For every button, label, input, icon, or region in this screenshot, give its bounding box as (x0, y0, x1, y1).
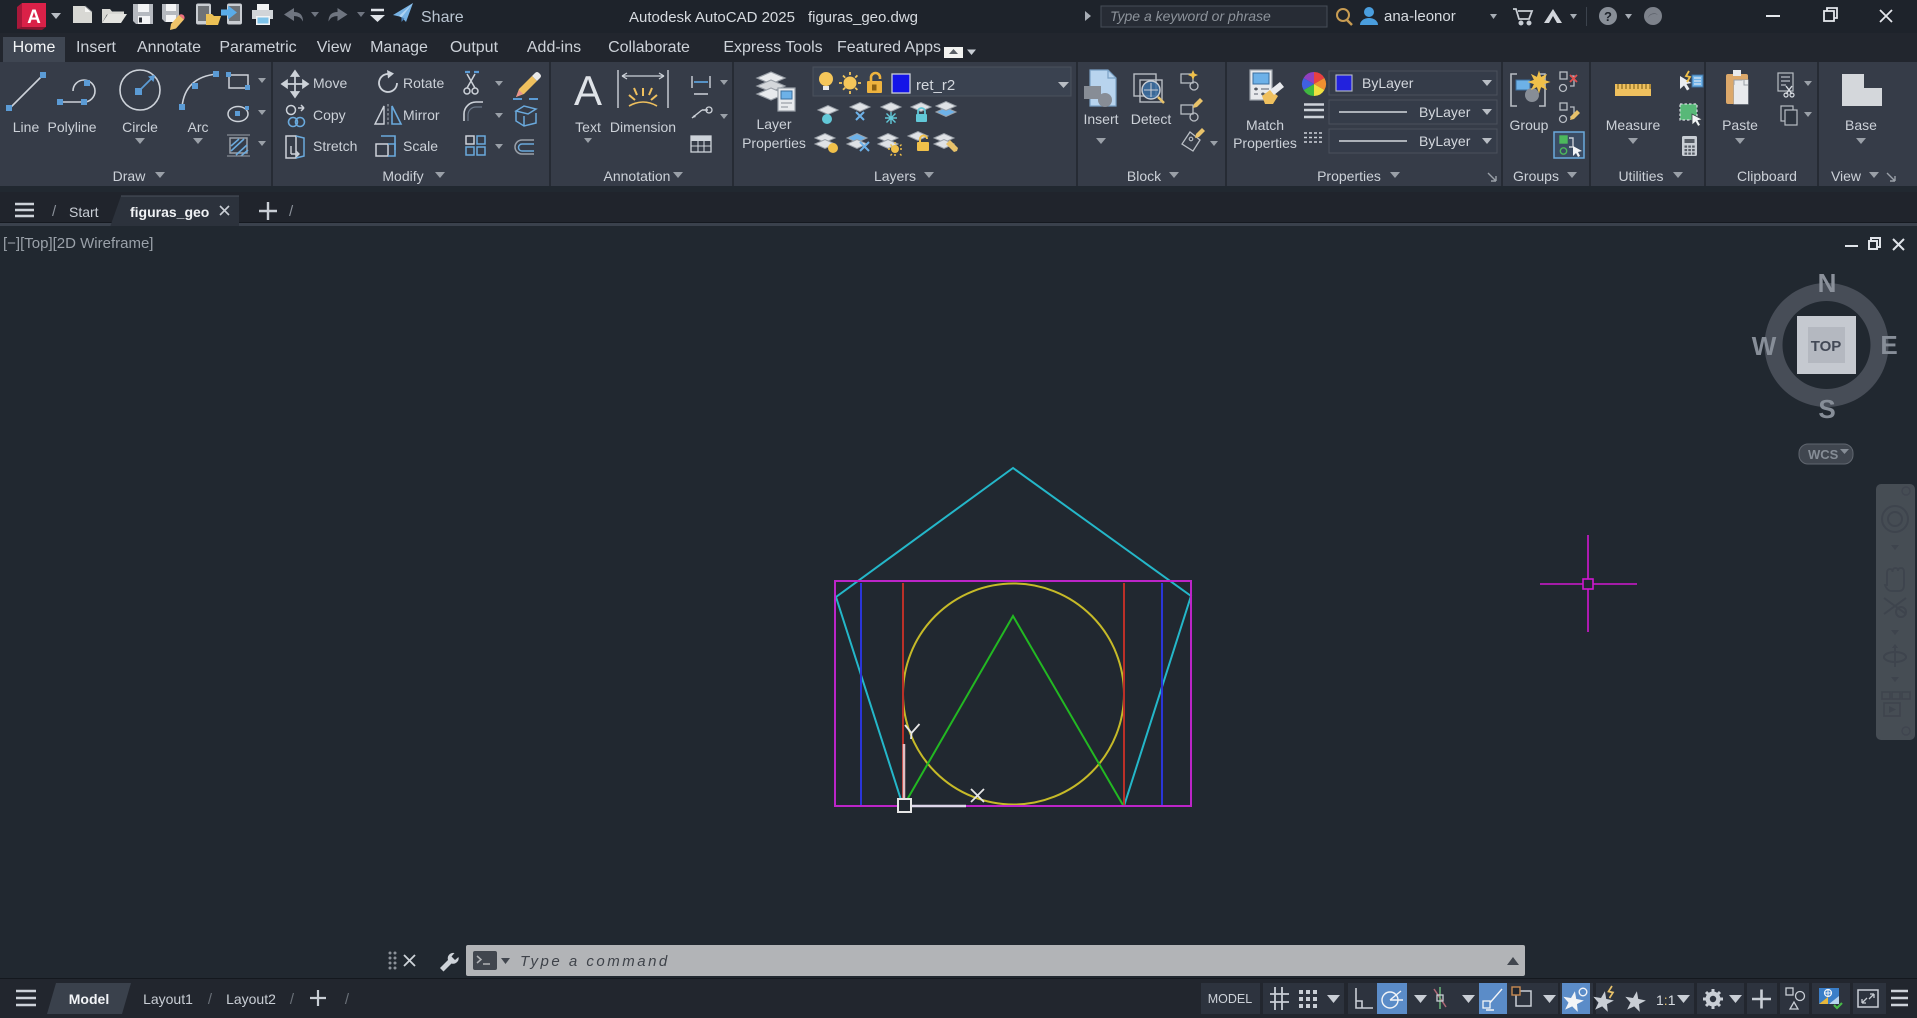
svg-text:Type a command: Type a command (520, 953, 670, 970)
svg-text:Line: Line (13, 119, 40, 135)
svg-text:Paste: Paste (1722, 117, 1758, 133)
svg-text:WCS: WCS (1808, 447, 1839, 462)
svg-text:Block: Block (1127, 168, 1162, 184)
svg-text:Layer: Layer (756, 116, 791, 132)
svg-text:Layout1: Layout1 (143, 991, 193, 1007)
svg-text:Layers: Layers (874, 168, 916, 184)
svg-text:ByLayer: ByLayer (1362, 75, 1414, 91)
svg-text:Dimension: Dimension (610, 119, 676, 135)
svg-text:Measure: Measure (1606, 117, 1661, 133)
svg-text:/: / (290, 991, 295, 1008)
svg-text:Modify: Modify (382, 168, 423, 184)
svg-text:/: / (52, 203, 57, 220)
svg-text:Model: Model (69, 991, 109, 1007)
svg-text:Clipboard: Clipboard (1737, 168, 1797, 184)
svg-text:/: / (208, 991, 213, 1008)
svg-text:TOP: TOP (1811, 338, 1842, 355)
svg-text:?: ? (1604, 9, 1612, 24)
svg-text:Detect: Detect (1131, 111, 1172, 127)
svg-text:A: A (27, 7, 41, 28)
svg-text:Text: Text (575, 119, 601, 135)
svg-text:/: / (289, 203, 294, 220)
svg-text:Groups: Groups (1513, 168, 1559, 184)
svg-text:Match: Match (1246, 117, 1284, 133)
svg-text:A: A (574, 67, 602, 114)
svg-text:View: View (1831, 168, 1862, 184)
svg-text:Type a keyword or phrase: Type a keyword or phrase (1110, 8, 1271, 24)
svg-text:S: S (1818, 394, 1835, 424)
svg-text:Stretch: Stretch (313, 138, 357, 154)
svg-text:Share: Share (421, 9, 464, 26)
svg-text:Start: Start (69, 204, 99, 220)
svg-text:Rotate: Rotate (403, 75, 444, 91)
svg-text:Properties: Properties (1233, 135, 1297, 151)
svg-text:W: W (1752, 331, 1777, 361)
svg-text:Properties: Properties (742, 135, 806, 151)
svg-text:Arc: Arc (188, 119, 209, 135)
svg-text:Autodesk AutoCAD 2025: Autodesk AutoCAD 2025 (629, 9, 795, 26)
svg-text:ByLayer: ByLayer (1419, 133, 1471, 149)
svg-text:N: N (1818, 268, 1837, 298)
svg-text:Polyline: Polyline (47, 119, 96, 135)
svg-text:Properties: Properties (1317, 168, 1381, 184)
svg-text:/: / (345, 991, 350, 1008)
svg-text:figuras_geo: figuras_geo (130, 204, 209, 220)
svg-text:1:1: 1:1 (1656, 992, 1676, 1008)
svg-text:Annotation: Annotation (604, 168, 671, 184)
svg-text:MODEL: MODEL (1208, 992, 1253, 1006)
svg-text:Draw: Draw (113, 168, 147, 184)
svg-text:ana-leonor: ana-leonor (1384, 8, 1456, 25)
svg-text:E: E (1880, 330, 1897, 360)
svg-text:Insert: Insert (1083, 111, 1118, 127)
svg-text:Scale: Scale (403, 138, 438, 154)
svg-text:Layout2: Layout2 (226, 991, 276, 1007)
svg-text:ByLayer: ByLayer (1419, 104, 1471, 120)
svg-text:Utilities: Utilities (1618, 168, 1663, 184)
svg-text:[−][Top][2D Wireframe]: [−][Top][2D Wireframe] (3, 235, 153, 252)
svg-text:ret_r2: ret_r2 (916, 77, 955, 94)
svg-text:figuras_geo.dwg: figuras_geo.dwg (808, 9, 918, 26)
svg-text:Move: Move (313, 75, 347, 91)
svg-text:Circle: Circle (122, 119, 158, 135)
svg-text:Mirror: Mirror (403, 107, 440, 123)
svg-text:Base: Base (1845, 117, 1877, 133)
svg-text:Group: Group (1510, 117, 1549, 133)
svg-text:Copy: Copy (313, 107, 346, 123)
